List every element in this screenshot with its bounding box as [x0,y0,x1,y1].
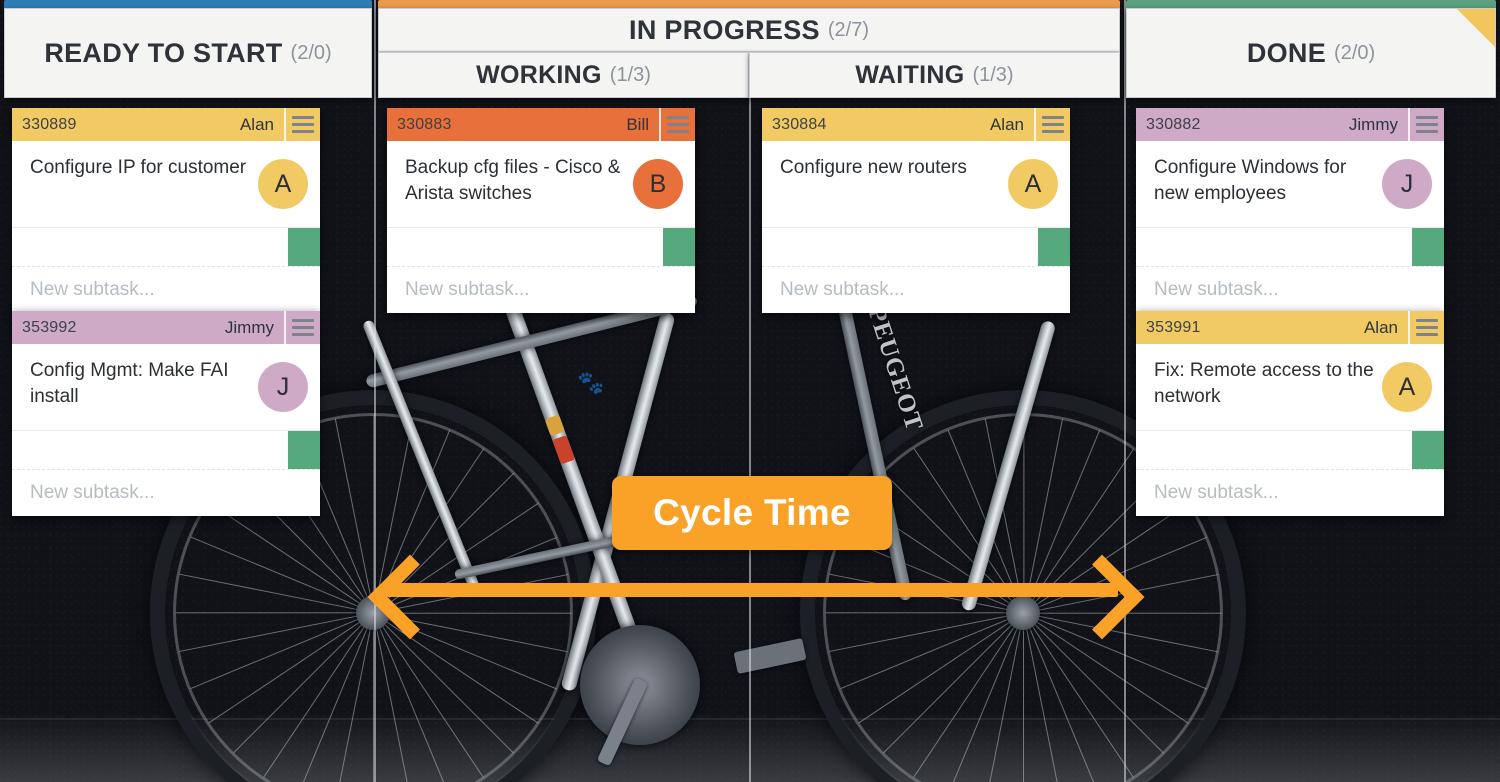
subtask-progress-row[interactable] [1136,227,1444,267]
subtask-status-chip[interactable] [288,228,320,266]
card-id: 330883 [397,115,452,133]
card-title: Config Mgmt: Make FAI install [30,360,229,408]
task-card[interactable]: 330882 Jimmy Configure Windows for new emp… [1136,108,1444,313]
column-divider-3 [1124,0,1126,782]
card-menu-hamburger-icon[interactable] [284,108,320,141]
avatar: J [258,362,308,412]
avatar-letter: A [1398,372,1416,401]
avatar: B [633,159,683,209]
subtask-progress-row[interactable] [387,227,695,267]
subtask-status-chip[interactable] [1412,431,1444,469]
column-divider-2 [749,0,751,782]
task-card[interactable]: 330883 Bill Backup cfg files - Cisco & Ari… [387,108,695,313]
card-menu-hamburger-icon[interactable] [1034,108,1070,141]
card-header[interactable]: 330884 Alan [762,108,1070,141]
avatar-letter: J [276,372,290,401]
column-header-working[interactable]: WORKING (1/3) [378,52,749,98]
card-id: 330884 [772,115,827,133]
avatar-letter: B [649,169,667,198]
column-title-done: DONE [1246,37,1327,68]
new-subtask-input[interactable]: New subtask... [12,470,320,516]
card-body: Config Mgmt: Make FAI install J [12,344,320,430]
column-count-in-progress: (2/7) [827,18,869,41]
avatar: A [258,159,308,209]
card-owner: Jimmy [1348,114,1398,134]
card-menu-hamburger-icon[interactable] [284,311,320,344]
card-header[interactable]: 330882 Jimmy [1136,108,1444,141]
avatar: A [1382,362,1432,412]
card-body: Backup cfg files - Cisco & Arista switch… [387,141,695,227]
subtask-progress-row[interactable] [12,227,320,267]
card-title: Configure new routers [780,157,967,178]
card-title: Backup cfg files - Cisco & Arista switch… [405,157,621,205]
card-menu-hamburger-icon[interactable] [1408,108,1444,141]
card-header[interactable]: 330889 Alan [12,108,320,141]
card-owner: Alan [239,114,274,134]
card-body: Configure Windows for new employees J [1136,141,1444,227]
card-title: Configure Windows for new employees [1154,157,1347,205]
subtask-status-chip[interactable] [288,431,320,469]
bicycle-logo-icon: 🐾 [577,370,605,395]
card-title: Fix: Remote access to the network [1154,360,1374,408]
new-subtask-input[interactable]: New subtask... [12,267,320,313]
avatar: A [1008,159,1058,209]
card-owner: Alan [989,114,1024,134]
column-divider-1 [374,0,376,782]
card-menu-hamburger-icon[interactable] [1408,311,1444,344]
card-id: 330889 [22,115,77,133]
kanban-board: PEUGEOT 🐾 READY TO START (2/0) IN PROGRE… [0,0,1500,782]
task-card[interactable]: 330889 Alan Configure IP for customer A New … [12,108,320,313]
card-id: 353992 [22,318,77,336]
card-header[interactable]: 353992 Jimmy [12,311,320,344]
task-card[interactable]: 353992 Jimmy Config Mgmt: Make FAI install… [12,311,320,516]
new-subtask-input[interactable]: New subtask... [1136,267,1444,313]
cycle-time-badge: Cycle Time [612,476,892,550]
subtask-status-chip[interactable] [1412,228,1444,266]
task-card[interactable]: 330884 Alan Configure new routers A New subt… [762,108,1070,313]
column-title-waiting: WAITING [855,60,965,89]
column-header-done[interactable]: DONE (2/0) [1126,8,1496,98]
card-id: 353991 [1146,318,1201,336]
cycle-time-label: Cycle Time [653,492,851,533]
corner-fold-icon [1457,9,1495,47]
avatar-letter: A [274,169,292,198]
subtask-status-chip[interactable] [663,228,695,266]
new-subtask-input[interactable]: New subtask... [1136,470,1444,516]
card-id: 330882 [1146,115,1201,133]
column-count-ready: (2/0) [290,41,332,64]
cycle-time-arrow-line [382,583,1118,597]
avatar-letter: J [1400,169,1414,198]
subtask-progress-row[interactable] [1136,430,1444,470]
column-count-working: (1/3) [609,63,651,86]
card-header[interactable]: 330883 Bill [387,108,695,141]
subtask-progress-row[interactable] [12,430,320,470]
card-header[interactable]: 353991 Alan [1136,311,1444,344]
column-header-ready[interactable]: READY TO START (2/0) [4,8,372,98]
column-header-waiting[interactable]: WAITING (1/3) [749,52,1120,98]
new-subtask-input[interactable]: New subtask... [762,267,1070,313]
avatar: J [1382,159,1432,209]
avatar-letter: A [1024,169,1042,198]
card-owner: Bill [626,114,649,134]
card-menu-hamburger-icon[interactable] [659,108,695,141]
column-header-in-progress[interactable]: IN PROGRESS (2/7) [378,8,1120,52]
column-title-in-progress: IN PROGRESS [629,14,820,45]
new-subtask-input[interactable]: New subtask... [387,267,695,313]
subtask-status-chip[interactable] [1038,228,1070,266]
card-owner: Jimmy [224,317,274,337]
card-owner: Alan [1363,317,1398,337]
column-count-waiting: (1/3) [972,63,1014,86]
column-count-done: (2/0) [1334,41,1376,64]
subtask-progress-row[interactable] [762,227,1070,267]
card-title: Configure IP for customer [30,157,247,178]
task-card[interactable]: 353991 Alan Fix: Remote access to the netw… [1136,311,1444,516]
column-title-working: WORKING [476,60,602,89]
column-title-ready: READY TO START [44,37,283,68]
card-body: Configure IP for customer A [12,141,320,227]
card-body: Configure new routers A [762,141,1070,227]
card-body: Fix: Remote access to the network A [1136,344,1444,430]
